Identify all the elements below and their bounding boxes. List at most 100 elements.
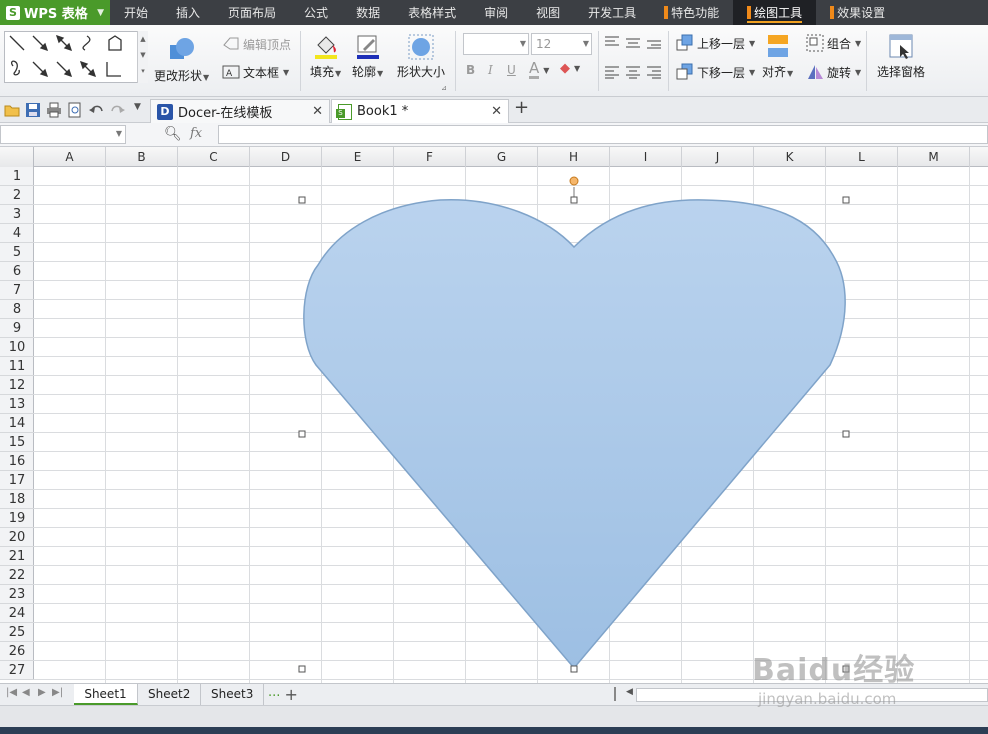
resize-handle-nw[interactable] [298, 196, 306, 204]
menu-tab-8[interactable]: 开发工具 [574, 0, 650, 25]
status-bar [0, 705, 988, 727]
tab-book1[interactable]: S Book1 * ✕ [331, 99, 509, 123]
menu-tab-11[interactable]: 效果设置 [816, 0, 899, 25]
scroll-left-icon[interactable]: ◀ [626, 687, 633, 697]
resize-handle-sw[interactable] [298, 665, 306, 673]
sheet-tab[interactable]: Sheet2 [138, 684, 201, 705]
heart-shape[interactable] [0, 147, 988, 683]
scroll-down-icon: ▼ [140, 51, 146, 59]
sheet-tab[interactable]: Sheet3 [201, 684, 264, 705]
zoom-icon[interactable]: 🔍︎ [164, 126, 182, 142]
shape-size-icon [408, 34, 434, 60]
chevron-down-icon: ▼ [582, 39, 589, 48]
group-icon [806, 34, 824, 52]
quick-access-menu-icon[interactable]: ▼ [134, 102, 141, 112]
align-top-right-icon[interactable] [646, 35, 662, 52]
edit-vertex-icon [223, 37, 239, 50]
close-icon[interactable]: ✕ [491, 104, 502, 119]
group-button[interactable]: 组合 ▼ [806, 34, 861, 52]
rotate-button[interactable]: 旋转 ▼ [806, 63, 861, 81]
add-sheet-button[interactable]: ··· + [268, 685, 298, 704]
gallery-expand-icon: ▾ [141, 67, 145, 75]
resize-handle-w[interactable] [298, 430, 306, 438]
wps-logo-icon: S [6, 5, 20, 20]
edit-vertex-button[interactable]: 编辑顶点 [222, 35, 291, 53]
undo-icon[interactable] [88, 102, 104, 118]
selection-pane-button[interactable]: 选择窗格 [877, 33, 925, 80]
formula-input[interactable] [218, 125, 988, 144]
align-center-icon[interactable] [625, 65, 641, 82]
font-size-value: 12 [536, 37, 552, 51]
bold-button[interactable]: B [466, 63, 475, 77]
document-tab-bar: ▼ D Docer-在线模板 ✕ S Book1 * ✕ + [0, 97, 988, 123]
last-sheet-icon[interactable]: ▶| [52, 687, 63, 698]
fill-button[interactable]: 填充▼ [310, 33, 341, 80]
new-tab-button[interactable]: + [514, 97, 529, 118]
shape-gallery-scroll[interactable]: ▲ ▼ ▾ [137, 31, 148, 83]
align-right-icon[interactable] [646, 65, 662, 82]
outline-button[interactable]: 轮廓▼ [352, 33, 383, 80]
menu-tab-6[interactable]: 审阅 [470, 0, 522, 25]
close-icon[interactable]: ✕ [312, 104, 323, 119]
menu-tab-3[interactable]: 公式 [290, 0, 342, 25]
more-sheets-icon[interactable]: ··· [268, 689, 280, 704]
align-top-center-icon[interactable] [625, 35, 641, 52]
send-backward-button[interactable]: 下移一层 ▼ [676, 63, 755, 81]
shape-size-button[interactable]: 形状大小 [397, 33, 445, 80]
italic-button[interactable]: I [488, 63, 493, 77]
font-name-combo[interactable]: ▼ [463, 33, 529, 55]
shape-gallery[interactable]: ▲ ▼ ▾ [4, 31, 148, 83]
change-shape-button[interactable]: 更改形状▼ [154, 35, 209, 84]
text-box-label: 文本框 [243, 65, 280, 80]
menu-tab-0[interactable]: 开始 [110, 0, 162, 25]
highlight-button[interactable]: ◆ ▼ [560, 61, 580, 76]
menu-tab-2[interactable]: 页面布局 [214, 0, 290, 25]
text-box-button[interactable]: A 文本框 ▼ [222, 63, 289, 81]
resize-handle-n[interactable] [570, 196, 578, 204]
font-size-combo[interactable]: 12 ▼ [531, 33, 592, 55]
sheet-tab[interactable]: Sheet1 [74, 684, 138, 705]
print-icon[interactable] [46, 102, 62, 118]
plus-icon[interactable]: + [285, 685, 298, 704]
dialog-launcher-icon[interactable]: ⊿ [441, 84, 447, 92]
menu-tab-5[interactable]: 表格样式 [394, 0, 470, 25]
menu-tab-4[interactable]: 数据 [342, 0, 394, 25]
app-menu-button[interactable]: S WPS 表格 ▼ [0, 0, 110, 25]
menu-tab-1[interactable]: 插入 [162, 0, 214, 25]
folder-icon[interactable] [4, 102, 20, 118]
scroll-splitter[interactable] [614, 687, 616, 701]
prev-sheet-icon[interactable]: ◀ [22, 687, 30, 698]
align-top-left-icon[interactable] [604, 35, 620, 52]
align-objects-icon [767, 35, 788, 57]
spreadsheet-grid[interactable]: ABCDEFGHIJKLM 1 2 3 4 5 6 7 8 9 10 11 12 13 14 15 16 17 1… [0, 147, 988, 683]
group-label: 组合 [827, 36, 852, 51]
outline-label: 轮廓 [352, 65, 377, 79]
redo-icon[interactable] [110, 102, 126, 118]
save-icon[interactable] [25, 102, 41, 118]
align-button[interactable]: 对齐▼ [762, 33, 793, 80]
bring-forward-label: 上移一层 [697, 36, 746, 51]
name-box[interactable]: ▼ [0, 125, 126, 144]
function-icon[interactable]: fx [190, 126, 202, 141]
menu-tab-7[interactable]: 视图 [522, 0, 574, 25]
align-left-icon[interactable] [604, 65, 620, 82]
first-sheet-icon[interactable]: |◀ [6, 687, 17, 698]
bring-forward-button[interactable]: 上移一层 ▼ [676, 34, 755, 52]
underline-icon: U [507, 63, 516, 77]
underline-button[interactable]: U [507, 63, 516, 77]
svg-text:A: A [226, 69, 233, 79]
resize-handle-s[interactable] [570, 665, 578, 673]
resize-handle-ne[interactable] [842, 196, 850, 204]
tab-docer[interactable]: D Docer-在线模板 ✕ [150, 99, 330, 123]
formula-bar: ▼ 🔍︎ fx [0, 123, 988, 147]
watermark-url: jingyan.baidu.com [758, 690, 897, 708]
menu-tab-9[interactable]: 特色功能 [650, 0, 733, 25]
preview-icon[interactable] [67, 102, 83, 118]
edit-vertex-label: 编辑顶点 [243, 37, 292, 52]
rotation-handle[interactable] [569, 176, 579, 186]
resize-handle-e[interactable] [842, 430, 850, 438]
ribbon-drawing-tools: ▲ ▼ ▾ 更改形状▼ 编辑顶点 A 文本框 ▼ 填充▼ 轮廓▼ 形状大小 ⊿ … [0, 25, 988, 97]
font-color-button[interactable]: A ▼ [529, 61, 549, 79]
next-sheet-icon[interactable]: ▶ [38, 687, 46, 698]
menu-tab-10[interactable]: 绘图工具 [733, 0, 817, 25]
